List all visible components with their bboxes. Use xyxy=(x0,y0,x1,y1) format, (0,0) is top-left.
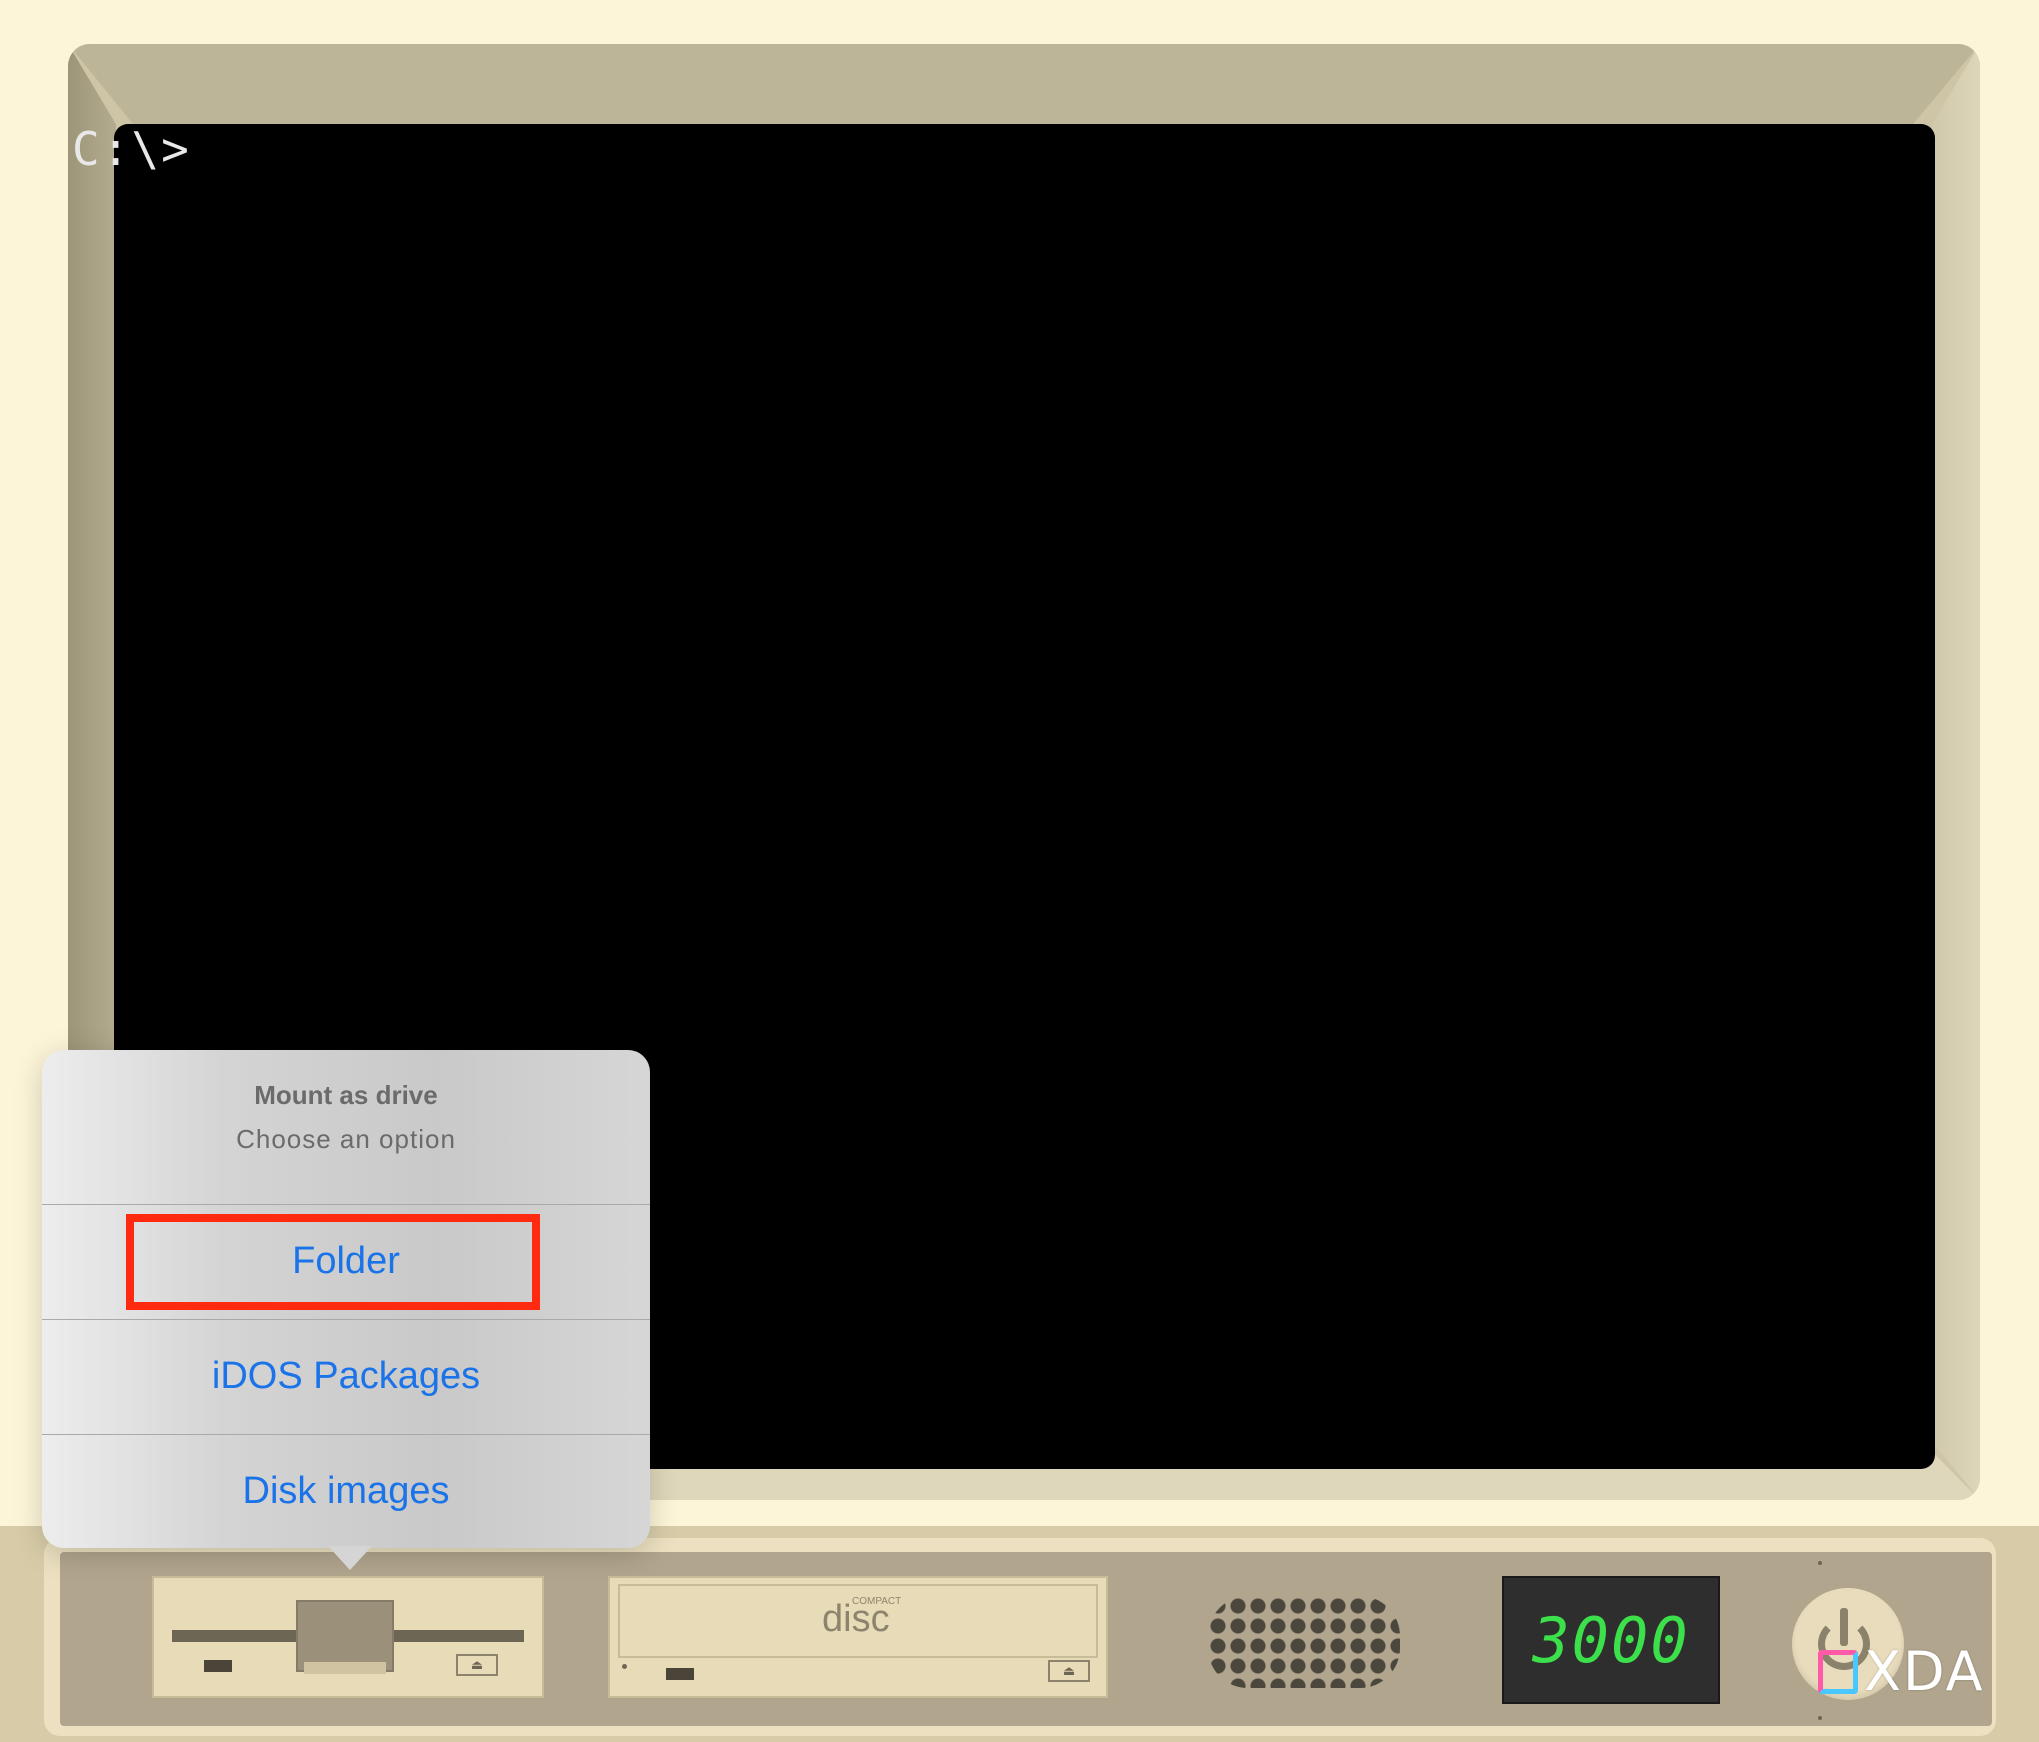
eject-icon[interactable]: ⏏ xyxy=(1048,1660,1090,1682)
monitor-bevel-right xyxy=(1932,44,1980,1500)
cd-activity-led xyxy=(666,1668,694,1680)
floppy-drive[interactable]: ⏏ xyxy=(152,1576,544,1698)
speed-display-value: 3000 xyxy=(1532,1603,1690,1677)
popover-arrow xyxy=(328,1546,372,1570)
speaker-grille xyxy=(1208,1596,1400,1688)
indicator-dot xyxy=(1818,1561,1822,1565)
speed-display[interactable]: 3000 xyxy=(1502,1576,1720,1704)
dos-prompt: C:\> xyxy=(72,122,191,176)
compact-disc-logo: COMPACT disc xyxy=(822,1596,901,1638)
xda-logo-icon xyxy=(1818,1649,1858,1694)
option-disk-images[interactable]: Disk images xyxy=(42,1434,650,1548)
indicator-dot xyxy=(1818,1716,1822,1720)
cd-drive[interactable]: COMPACT disc ⏏ xyxy=(608,1576,1108,1698)
cd-indicator-dot xyxy=(622,1664,627,1669)
eject-icon[interactable]: ⏏ xyxy=(456,1654,498,1676)
popover-title: Mount as drive xyxy=(254,1080,438,1110)
option-idos-packages[interactable]: iDOS Packages xyxy=(42,1319,650,1433)
floppy-activity-led xyxy=(204,1660,232,1672)
popover-header: Mount as drive Choose an option xyxy=(42,1050,650,1204)
floppy-latch-base xyxy=(304,1662,386,1674)
popover-subtitle: Choose an option xyxy=(236,1124,456,1154)
xda-watermark: XDA xyxy=(1818,1640,1985,1703)
cd-logo-compact: COMPACT xyxy=(852,1596,902,1607)
xda-watermark-text: XDA xyxy=(1864,1640,1985,1703)
highlight-annotation xyxy=(126,1214,540,1310)
mount-drive-popover: Mount as drive Choose an option Folder i… xyxy=(42,1050,650,1548)
monitor-bevel-top xyxy=(68,44,1980,124)
